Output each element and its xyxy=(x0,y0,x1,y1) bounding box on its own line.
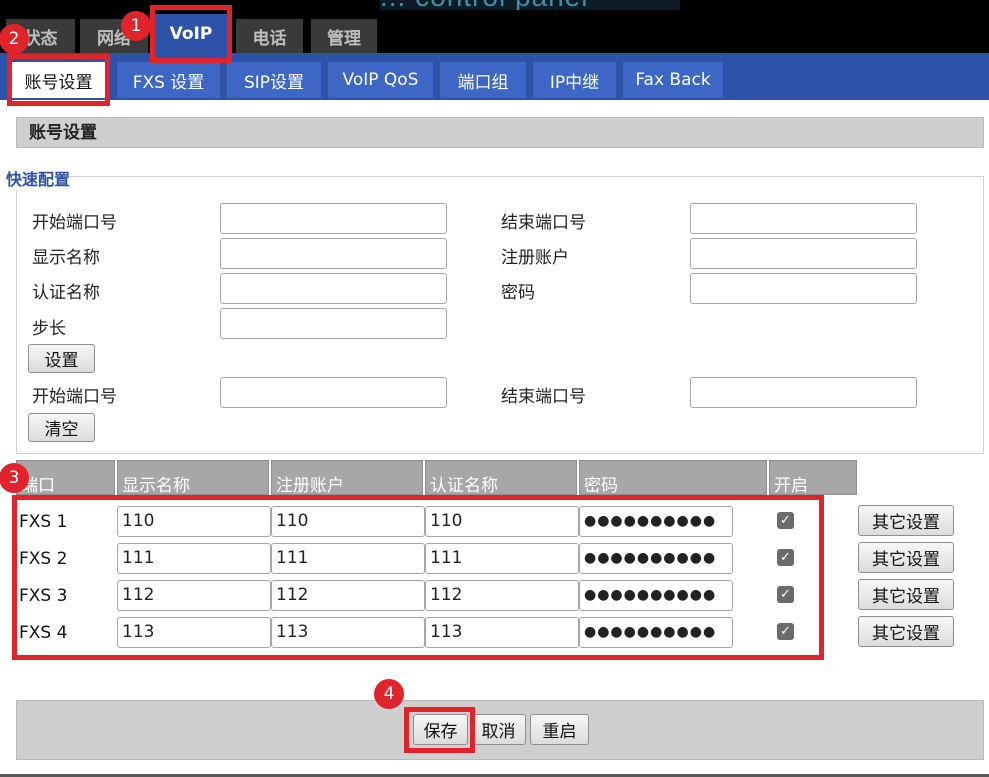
subtab-account-settings[interactable]: 账号设置 xyxy=(11,62,106,98)
register-account-field[interactable]: 110 xyxy=(271,506,425,537)
register-account-field[interactable]: 112 xyxy=(271,580,425,611)
clear-button[interactable]: 清空 xyxy=(28,413,95,442)
start-port-label: 开始端口号 xyxy=(32,213,117,233)
column-header-register-account: 注册账户 xyxy=(271,460,423,496)
tab-phone-label: 电话 xyxy=(252,28,287,49)
auth-name-field[interactable]: 113 xyxy=(425,617,579,648)
clear-end-port-input[interactable] xyxy=(690,377,917,408)
other-settings-button[interactable]: 其它设置 xyxy=(858,505,954,536)
step-badge-1: 1 xyxy=(121,11,151,41)
display-name-field[interactable]: 110 xyxy=(117,506,271,537)
password-field[interactable]: ●●●●●●●●●● xyxy=(579,543,733,574)
subtab-ip-trunk[interactable]: IP中继 xyxy=(533,62,616,98)
start-port-input[interactable] xyxy=(220,203,447,234)
subtab-sip-settings[interactable]: SIP设置 xyxy=(227,62,321,98)
step-badge-3: 3 xyxy=(0,463,29,493)
display-name-field[interactable]: 111 xyxy=(117,543,271,574)
step-label: 步长 xyxy=(32,319,66,339)
tab-voip[interactable]: VoIP xyxy=(154,14,228,53)
table-row: FXS 4 113 113 113 ●●●●●●●●●● ✓ 其它设置 xyxy=(0,616,989,652)
other-settings-button[interactable]: 其它设置 xyxy=(858,616,954,647)
auth-name-field[interactable]: 110 xyxy=(425,506,579,537)
subtab-label: Fax Back xyxy=(635,70,711,90)
table-row: FXS 3 112 112 112 ●●●●●●●●●● ✓ 其它设置 xyxy=(0,579,989,615)
row-port-label: FXS 1 xyxy=(19,512,68,532)
display-name-field[interactable]: 112 xyxy=(117,580,271,611)
subtab-label: 端口组 xyxy=(457,72,509,93)
subtab-label: VoIP QoS xyxy=(342,70,419,90)
clear-start-port-label: 开始端口号 xyxy=(32,387,117,407)
register-account-field[interactable]: 113 xyxy=(271,617,425,648)
subtab-fax-back[interactable]: Fax Back xyxy=(623,62,723,98)
tab-voip-label: VoIP xyxy=(169,23,213,44)
auth-name-field[interactable]: 111 xyxy=(425,543,579,574)
subtab-voip-qos[interactable]: VoIP QoS xyxy=(328,62,433,98)
step-badge-2: 2 xyxy=(0,24,29,54)
table-row: FXS 2 111 111 111 ●●●●●●●●●● ✓ 其它设置 xyxy=(0,542,989,578)
subtab-label: SIP设置 xyxy=(243,72,305,93)
clear-end-port-label: 结束端口号 xyxy=(501,387,586,407)
tab-management[interactable]: 管理 xyxy=(311,19,377,53)
column-header-password: 密码 xyxy=(579,460,767,496)
subtab-port-group[interactable]: 端口组 xyxy=(440,62,526,98)
other-settings-button[interactable]: 其它设置 xyxy=(858,542,954,573)
subtab-label: IP中继 xyxy=(549,72,600,93)
password-label: 密码 xyxy=(501,283,535,303)
step-badge-4: 4 xyxy=(374,679,404,709)
display-name-label: 显示名称 xyxy=(32,248,100,268)
restart-button[interactable]: 重启 xyxy=(530,714,589,745)
cancel-button[interactable]: 取消 xyxy=(471,714,526,745)
register-account-input[interactable] xyxy=(690,238,917,269)
tab-phone[interactable]: 电话 xyxy=(236,19,303,53)
logo: ... control panel xyxy=(380,0,680,10)
password-field[interactable]: ●●●●●●●●●● xyxy=(579,506,733,537)
password-field[interactable]: ●●●●●●●●●● xyxy=(579,580,733,611)
tab-management-label: 管理 xyxy=(327,28,361,49)
enable-checkbox[interactable]: ✓ xyxy=(777,549,794,566)
password-field[interactable]: ●●●●●●●●●● xyxy=(579,617,733,648)
subtab-fxs-settings[interactable]: FXS 设置 xyxy=(117,62,220,98)
table-row: FXS 1 110 110 110 ●●●●●●●●●● ✓ 其它设置 xyxy=(0,505,989,541)
end-port-label: 结束端口号 xyxy=(501,213,586,233)
clear-start-port-input[interactable] xyxy=(220,377,447,408)
column-header-enable: 开启 xyxy=(769,460,857,496)
password-input[interactable] xyxy=(690,273,917,304)
enable-checkbox[interactable]: ✓ xyxy=(777,586,794,603)
register-account-label: 注册账户 xyxy=(501,248,569,268)
display-name-field[interactable]: 113 xyxy=(117,617,271,648)
column-header-port: 端口 xyxy=(16,460,115,496)
quick-config-title: 快速配置 xyxy=(6,166,71,190)
subtab-label: 账号设置 xyxy=(24,72,93,93)
auth-name-input[interactable] xyxy=(220,273,447,304)
register-account-field[interactable]: 111 xyxy=(271,543,425,574)
row-port-label: FXS 4 xyxy=(19,623,68,643)
column-header-auth-name: 认证名称 xyxy=(425,460,577,496)
step-input[interactable] xyxy=(220,308,447,339)
enable-checkbox[interactable]: ✓ xyxy=(777,512,794,529)
other-settings-button[interactable]: 其它设置 xyxy=(858,579,954,610)
save-button[interactable]: 保存 xyxy=(413,714,468,745)
section-title: 账号设置 xyxy=(16,117,984,148)
display-name-input[interactable] xyxy=(220,238,447,269)
row-port-label: FXS 3 xyxy=(19,586,68,606)
enable-checkbox[interactable]: ✓ xyxy=(777,623,794,640)
subtab-label: FXS 设置 xyxy=(132,72,205,93)
auth-name-field[interactable]: 112 xyxy=(425,580,579,611)
set-button[interactable]: 设置 xyxy=(28,344,95,373)
row-port-label: FXS 2 xyxy=(19,549,68,569)
column-header-display-name: 显示名称 xyxy=(117,460,269,496)
auth-name-label: 认证名称 xyxy=(32,283,100,303)
end-port-input[interactable] xyxy=(690,203,917,234)
